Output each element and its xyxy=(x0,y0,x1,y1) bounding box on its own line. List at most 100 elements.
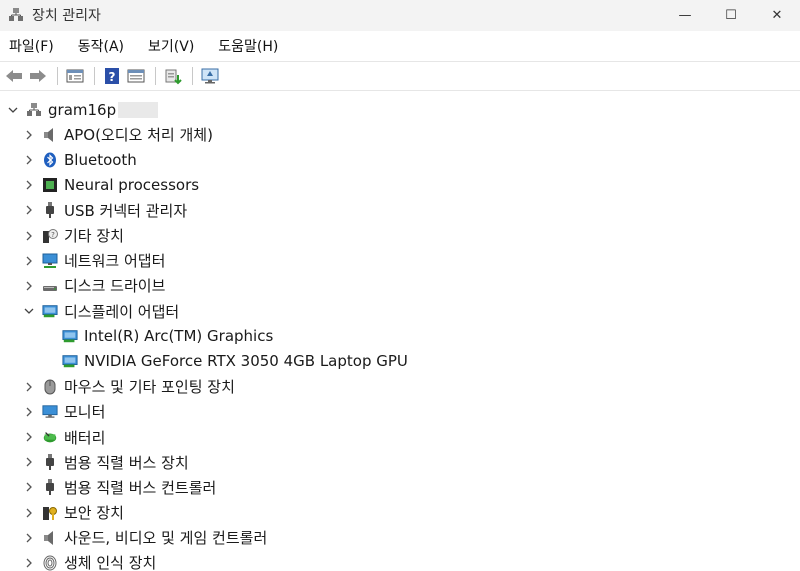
chevron-right-icon[interactable] xyxy=(22,128,36,142)
chevron-right-icon[interactable] xyxy=(22,380,36,394)
computer-icon xyxy=(26,102,42,118)
tree-item-label: 범용 직렬 버스 컨트롤러 xyxy=(64,478,217,497)
monitor-scan-icon xyxy=(201,68,219,84)
tree-item-security-devices[interactable]: 보안 장치 xyxy=(0,500,800,525)
properties-icon xyxy=(66,69,84,83)
tree-item-label: NVIDIA GeForce RTX 3050 4GB Laptop GPU xyxy=(84,352,408,371)
speaker-icon xyxy=(42,530,58,546)
tree-child-intel-arc[interactable]: Intel(R) Arc(TM) Graphics xyxy=(0,324,800,349)
tree-item-label: 보안 장치 xyxy=(64,504,124,523)
tree-item-usb-devices[interactable]: 범용 직렬 버스 장치 xyxy=(0,450,800,475)
tree-item-label: 범용 직렬 버스 장치 xyxy=(64,453,189,472)
menu-bar: 파일(F) 동작(A) 보기(V) 도움말(H) xyxy=(0,31,800,62)
menu-action[interactable]: 동작(A) xyxy=(78,36,124,56)
tree-item-monitors[interactable]: 모니터 xyxy=(0,399,800,424)
device-manager-icon xyxy=(9,8,23,21)
tree-item-label: 디스플레이 어댑터 xyxy=(64,302,180,321)
maximize-button[interactable]: ☐ xyxy=(708,0,754,30)
redacted-region xyxy=(118,101,159,118)
update-driver-button[interactable] xyxy=(162,65,184,87)
chevron-right-icon[interactable] xyxy=(22,178,36,192)
chevron-right-icon[interactable] xyxy=(22,254,36,268)
fingerprint-icon xyxy=(42,555,58,571)
chevron-right-icon[interactable] xyxy=(22,405,36,419)
device-tree: gram16p APO(오디오 처리 개체) Bluetooth Neural … xyxy=(0,91,800,571)
chevron-right-icon[interactable] xyxy=(22,279,36,293)
tree-item-label: Intel(R) Arc(TM) Graphics xyxy=(84,327,274,346)
device-manager-window: 장치 관리자 — ☐ ✕ 파일(F) 동작(A) 보기(V) 도움말(H) ? xyxy=(0,0,800,571)
tree-root[interactable]: gram16p xyxy=(0,97,800,122)
usb-plug-icon xyxy=(42,479,58,496)
tree-item-mice[interactable]: 마우스 및 기타 포인팅 장치 xyxy=(0,374,800,399)
minimize-button[interactable]: — xyxy=(662,0,708,30)
chevron-down-icon[interactable] xyxy=(6,103,20,117)
chevron-right-icon[interactable] xyxy=(22,430,36,444)
tree-item-biometric[interactable]: 생체 인식 장치 xyxy=(0,550,800,571)
usb-plug-icon xyxy=(42,202,58,219)
chevron-right-icon[interactable] xyxy=(22,531,36,545)
chevron-right-icon[interactable] xyxy=(22,203,36,217)
chevron-right-icon[interactable] xyxy=(22,455,36,469)
tree-item-network-adapters[interactable]: 네트워크 어댑터 xyxy=(0,248,800,273)
network-icon xyxy=(42,253,58,269)
tree-item-label: 생체 인식 장치 xyxy=(64,554,157,571)
tree-item-usb-connector-manager[interactable]: USB 커넥터 관리자 xyxy=(0,198,800,223)
tree-item-label: Neural processors xyxy=(64,176,200,195)
chevron-right-icon[interactable] xyxy=(22,506,36,520)
forward-button[interactable] xyxy=(27,65,49,87)
details-icon xyxy=(127,69,145,83)
tree-item-neural-processors[interactable]: Neural processors xyxy=(0,173,800,198)
close-button[interactable]: ✕ xyxy=(754,0,800,30)
properties-button[interactable] xyxy=(64,65,86,87)
monitor-icon xyxy=(42,404,58,420)
unknown-device-icon: ? xyxy=(42,228,58,244)
chevron-down-icon[interactable] xyxy=(22,304,36,318)
menu-help[interactable]: 도움말(H) xyxy=(218,36,278,56)
chevron-right-icon[interactable] xyxy=(22,480,36,494)
chevron-right-icon[interactable] xyxy=(22,556,36,570)
bluetooth-icon xyxy=(42,152,58,168)
update-driver-icon xyxy=(165,69,182,85)
tree-item-apo[interactable]: APO(오디오 처리 개체) xyxy=(0,122,800,147)
chevron-right-icon[interactable] xyxy=(22,153,36,167)
tree-child-nvidia-rtx[interactable]: NVIDIA GeForce RTX 3050 4GB Laptop GPU xyxy=(0,349,800,374)
display-adapter-icon xyxy=(42,303,58,319)
tree-item-label: 네트워크 어댑터 xyxy=(64,252,166,271)
tree-item-disk-drives[interactable]: 디스크 드라이브 xyxy=(0,273,800,298)
back-button[interactable] xyxy=(3,65,25,87)
tree-item-label: USB 커넥터 관리자 xyxy=(64,201,188,220)
menu-view[interactable]: 보기(V) xyxy=(148,36,194,56)
chevron-right-icon[interactable] xyxy=(22,229,36,243)
tree-item-sound-video-game[interactable]: 사운드, 비디오 및 게임 컨트롤러 xyxy=(0,525,800,550)
help-button[interactable]: ? xyxy=(101,65,123,87)
title-bar: 장치 관리자 — ☐ ✕ xyxy=(0,0,800,31)
mouse-icon xyxy=(42,379,58,395)
battery-icon xyxy=(42,429,58,445)
svg-text:?: ? xyxy=(51,231,55,239)
toolbar-separator xyxy=(155,67,156,85)
tree-item-label: Bluetooth xyxy=(64,150,137,169)
speaker-icon xyxy=(42,127,58,143)
tree-item-usb-controllers[interactable]: 범용 직렬 버스 컨트롤러 xyxy=(0,475,800,500)
toolbar: ? xyxy=(0,62,800,91)
display-adapter-icon xyxy=(62,328,78,344)
security-device-icon xyxy=(42,505,58,521)
scan-hardware-button[interactable] xyxy=(199,65,221,87)
forward-icon xyxy=(30,70,46,82)
back-icon xyxy=(6,70,22,82)
tree-item-batteries[interactable]: 배터리 xyxy=(0,424,800,449)
tree-item-label: 배터리 xyxy=(64,428,106,447)
tree-item-label: APO(오디오 처리 개체) xyxy=(64,126,213,145)
toolbar-separator xyxy=(57,67,58,85)
tree-item-bluetooth[interactable]: Bluetooth xyxy=(0,147,800,172)
disk-drive-icon xyxy=(42,278,58,294)
tree-item-other-devices[interactable]: ? 기타 장치 xyxy=(0,223,800,248)
toolbar-separator xyxy=(192,67,193,85)
help-icon: ? xyxy=(105,68,119,84)
tree-root-label: gram16p xyxy=(48,100,117,119)
details-button[interactable] xyxy=(125,65,147,87)
tree-item-display-adapters[interactable]: 디스플레이 어댑터 xyxy=(0,299,800,324)
tree-item-label: 디스크 드라이브 xyxy=(64,277,166,296)
tree-item-label: 사운드, 비디오 및 게임 컨트롤러 xyxy=(64,529,268,548)
menu-file[interactable]: 파일(F) xyxy=(9,36,54,56)
